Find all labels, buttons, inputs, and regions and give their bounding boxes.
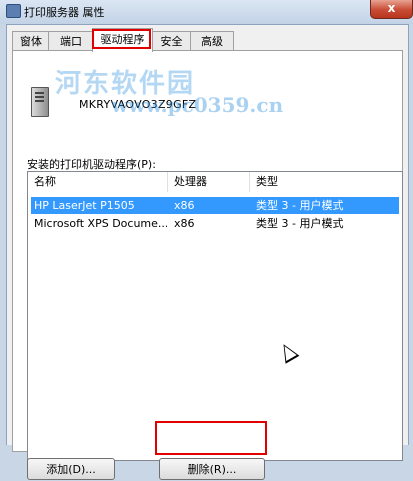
drivers-tab-panel: MKRYVAOVO3Z9GFZ 河东软件园 www.pc0359.cn 安装的打… <box>12 50 403 480</box>
table-row[interactable]: Microsoft XPS Docume... x86 类型 3 - 用户模式 <box>31 215 399 232</box>
tab-drivers-highlight <box>92 29 151 49</box>
remove-driver-button[interactable]: 删除(R)... <box>159 458 265 480</box>
tab-security[interactable]: 安全 <box>151 31 192 51</box>
tab-forms[interactable]: 窗体 <box>12 31 50 51</box>
drivers-list[interactable]: 名称 处理器 类型 HP LaserJet P1505 x86 类型 3 - 用… <box>27 171 403 461</box>
driver-processor: x86 <box>174 199 195 212</box>
driver-processor: x86 <box>174 217 195 230</box>
column-header-processor[interactable]: 处理器 <box>168 172 250 192</box>
add-driver-button[interactable]: 添加(D)... <box>27 458 115 480</box>
driver-name: HP LaserJet P1505 <box>34 199 135 212</box>
driver-name: Microsoft XPS Docume... <box>34 217 167 230</box>
title-bar: 打印服务器 属性 x <box>0 0 413 24</box>
server-icon <box>31 87 49 117</box>
driver-type: 类型 3 - 用户模式 <box>256 217 344 230</box>
table-row[interactable]: HP LaserJet P1505 x86 类型 3 - 用户模式 <box>31 197 399 214</box>
printer-server-icon <box>6 4 21 18</box>
dialog-body: 窗体 端口 驱动程序 安全 高级 MKRYVAOVO3Z9GFZ 河东软件园 w… <box>6 24 409 480</box>
list-header: 名称 处理器 类型 <box>28 172 402 192</box>
remove-button-highlight <box>155 421 267 455</box>
column-header-name[interactable]: 名称 <box>28 172 168 192</box>
tab-ports[interactable]: 端口 <box>48 31 94 51</box>
drivers-list-label: 安装的打印机驱动程序(P): <box>27 158 156 171</box>
driver-type: 类型 3 - 用户模式 <box>256 199 344 212</box>
tab-advanced[interactable]: 高级 <box>190 31 234 51</box>
window-title: 打印服务器 属性 <box>24 6 105 19</box>
close-button[interactable]: x <box>370 0 413 19</box>
column-header-type[interactable]: 类型 <box>250 172 402 192</box>
watermark-url: www.pc0359.cn <box>111 93 284 117</box>
